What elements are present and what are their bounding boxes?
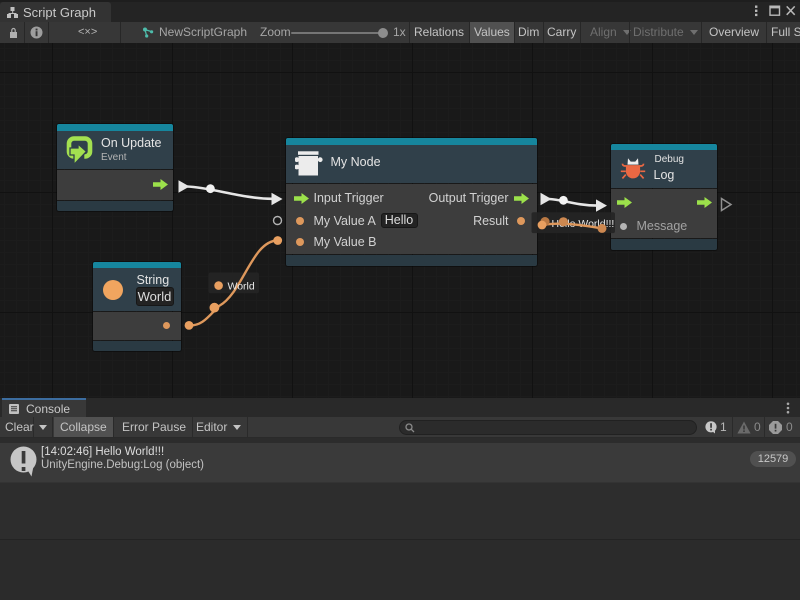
svg-text:World: World bbox=[228, 280, 255, 292]
